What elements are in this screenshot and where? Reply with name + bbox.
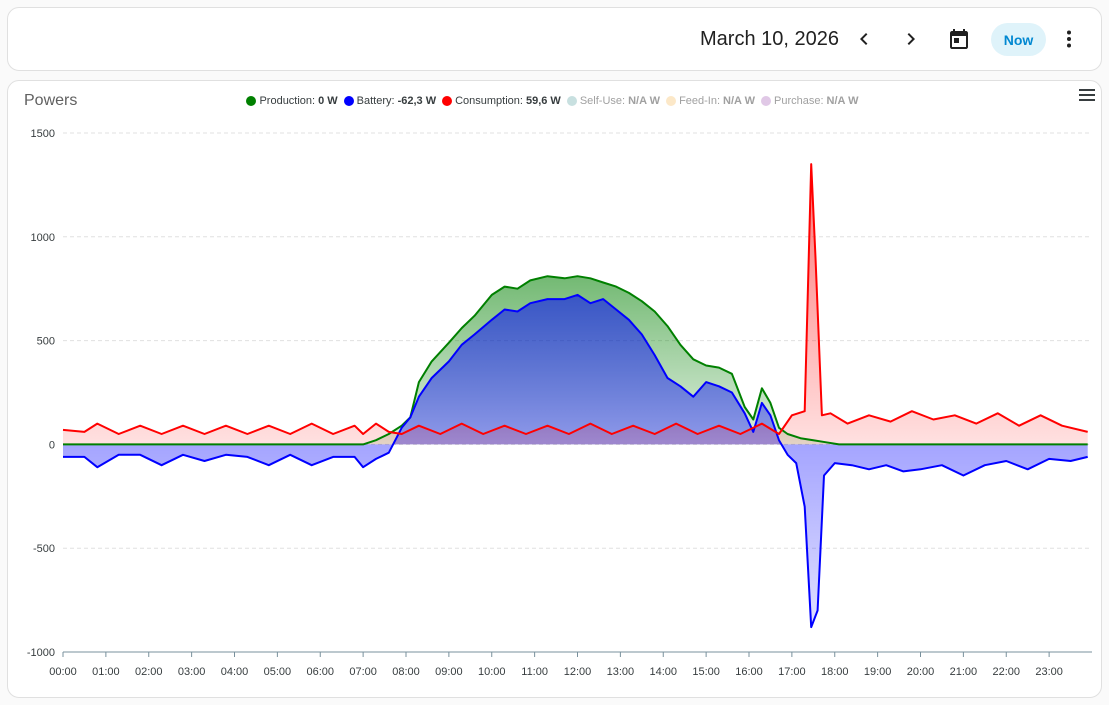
legend-value: -62,3 W <box>397 95 437 107</box>
x-tick-label: 02:00 <box>135 666 163 678</box>
hamburger-menu-icon[interactable] <box>1076 85 1098 105</box>
legend-value: N/A W <box>826 95 859 107</box>
y-tick-label: 1000 <box>31 232 55 244</box>
x-tick-label: 08:00 <box>392 666 420 678</box>
x-tick-label: 11:00 <box>521 666 548 678</box>
x-tick-label: 06:00 <box>306 666 334 678</box>
x-tick-label: 14:00 <box>649 666 677 678</box>
legend-marker <box>566 96 577 106</box>
legend-label: Self-Use: <box>579 95 626 107</box>
legend-value: 0 W <box>318 95 338 107</box>
chart-card: 1500 1000 500 0 -500 -1000 00:00 01:00 02:00 03:0… <box>7 80 1102 698</box>
header-card: March 10, 2026 Now <box>7 7 1102 71</box>
legend-value: 59,6 W <box>525 95 561 107</box>
legend-value: N/A W <box>723 95 756 107</box>
x-tick-label: 13:00 <box>607 666 635 678</box>
chevron-left-icon[interactable] <box>848 23 880 55</box>
legend-marker <box>442 96 453 106</box>
y-tick-label: 1500 <box>31 128 55 140</box>
legend-item-purchase[interactable]: Purchase: N/A W <box>761 95 859 107</box>
legend-label: Consumption: <box>455 95 523 107</box>
x-tick-label: 20:00 <box>907 666 935 678</box>
x-tick-label: 07:00 <box>349 666 377 678</box>
x-tick-label: 09:00 <box>435 666 463 678</box>
x-tick-label: 22:00 <box>992 666 1020 678</box>
legend-marker <box>761 96 772 106</box>
legend-item-battery[interactable]: Battery: -62,3 W <box>343 95 437 107</box>
chevron-right-icon[interactable] <box>895 23 927 55</box>
series-area-battery <box>63 294 1088 628</box>
calendar-icon[interactable] <box>943 23 975 55</box>
legend-marker <box>343 96 354 106</box>
legend-marker <box>666 96 677 106</box>
now-button[interactable]: Now <box>991 23 1046 56</box>
legend-item-production[interactable]: Production: 0 W <box>246 95 338 107</box>
x-tick-label: 03:00 <box>178 666 206 678</box>
legend-label: Battery: <box>356 95 395 107</box>
x-tick-label: 01:00 <box>92 666 120 678</box>
chart-legend: Production: 0 W Battery: -62,3 W Consumption… <box>8 95 1103 107</box>
x-tick-label: 04:00 <box>221 666 249 678</box>
x-tick-label: 15:00 <box>692 666 720 678</box>
legend-label: Production: <box>259 95 316 107</box>
legend-item-consumption[interactable]: Consumption: 59,6 W <box>442 95 561 107</box>
legend-value: N/A W <box>628 95 661 107</box>
x-tick-label: 18:00 <box>821 666 849 678</box>
x-tick-label: 05:00 <box>264 666 292 678</box>
x-tick-label: 19:00 <box>864 666 892 678</box>
legend-label: Purchase: <box>774 95 824 107</box>
chart-plot: 1500 1000 500 0 -500 -1000 00:00 01:00 02:00 03:0… <box>27 128 1092 678</box>
legend-label: Feed-In: <box>679 95 721 107</box>
legend-item-self-use[interactable]: Self-Use: N/A W <box>566 95 661 107</box>
y-tick-label: 500 <box>37 336 55 348</box>
y-tick-label: -500 <box>33 543 55 555</box>
date-label[interactable]: March 10, 2026 <box>700 28 839 51</box>
x-tick-label: 17:00 <box>778 666 806 678</box>
y-tick-label: 0 <box>49 439 55 451</box>
x-tick-label: 00:00 <box>49 666 77 678</box>
x-tick-label: 16:00 <box>735 666 763 678</box>
x-tick-label: 10:00 <box>478 666 506 678</box>
x-tick-label: 23:00 <box>1035 666 1063 678</box>
more-vertical-icon[interactable] <box>1053 23 1085 55</box>
legend-item-feed-in[interactable]: Feed-In: N/A W <box>666 95 755 107</box>
y-tick-label: -1000 <box>27 647 55 659</box>
legend-marker <box>246 96 257 106</box>
x-tick-label: 12:00 <box>564 666 592 678</box>
x-tick-label: 21:00 <box>950 666 978 678</box>
